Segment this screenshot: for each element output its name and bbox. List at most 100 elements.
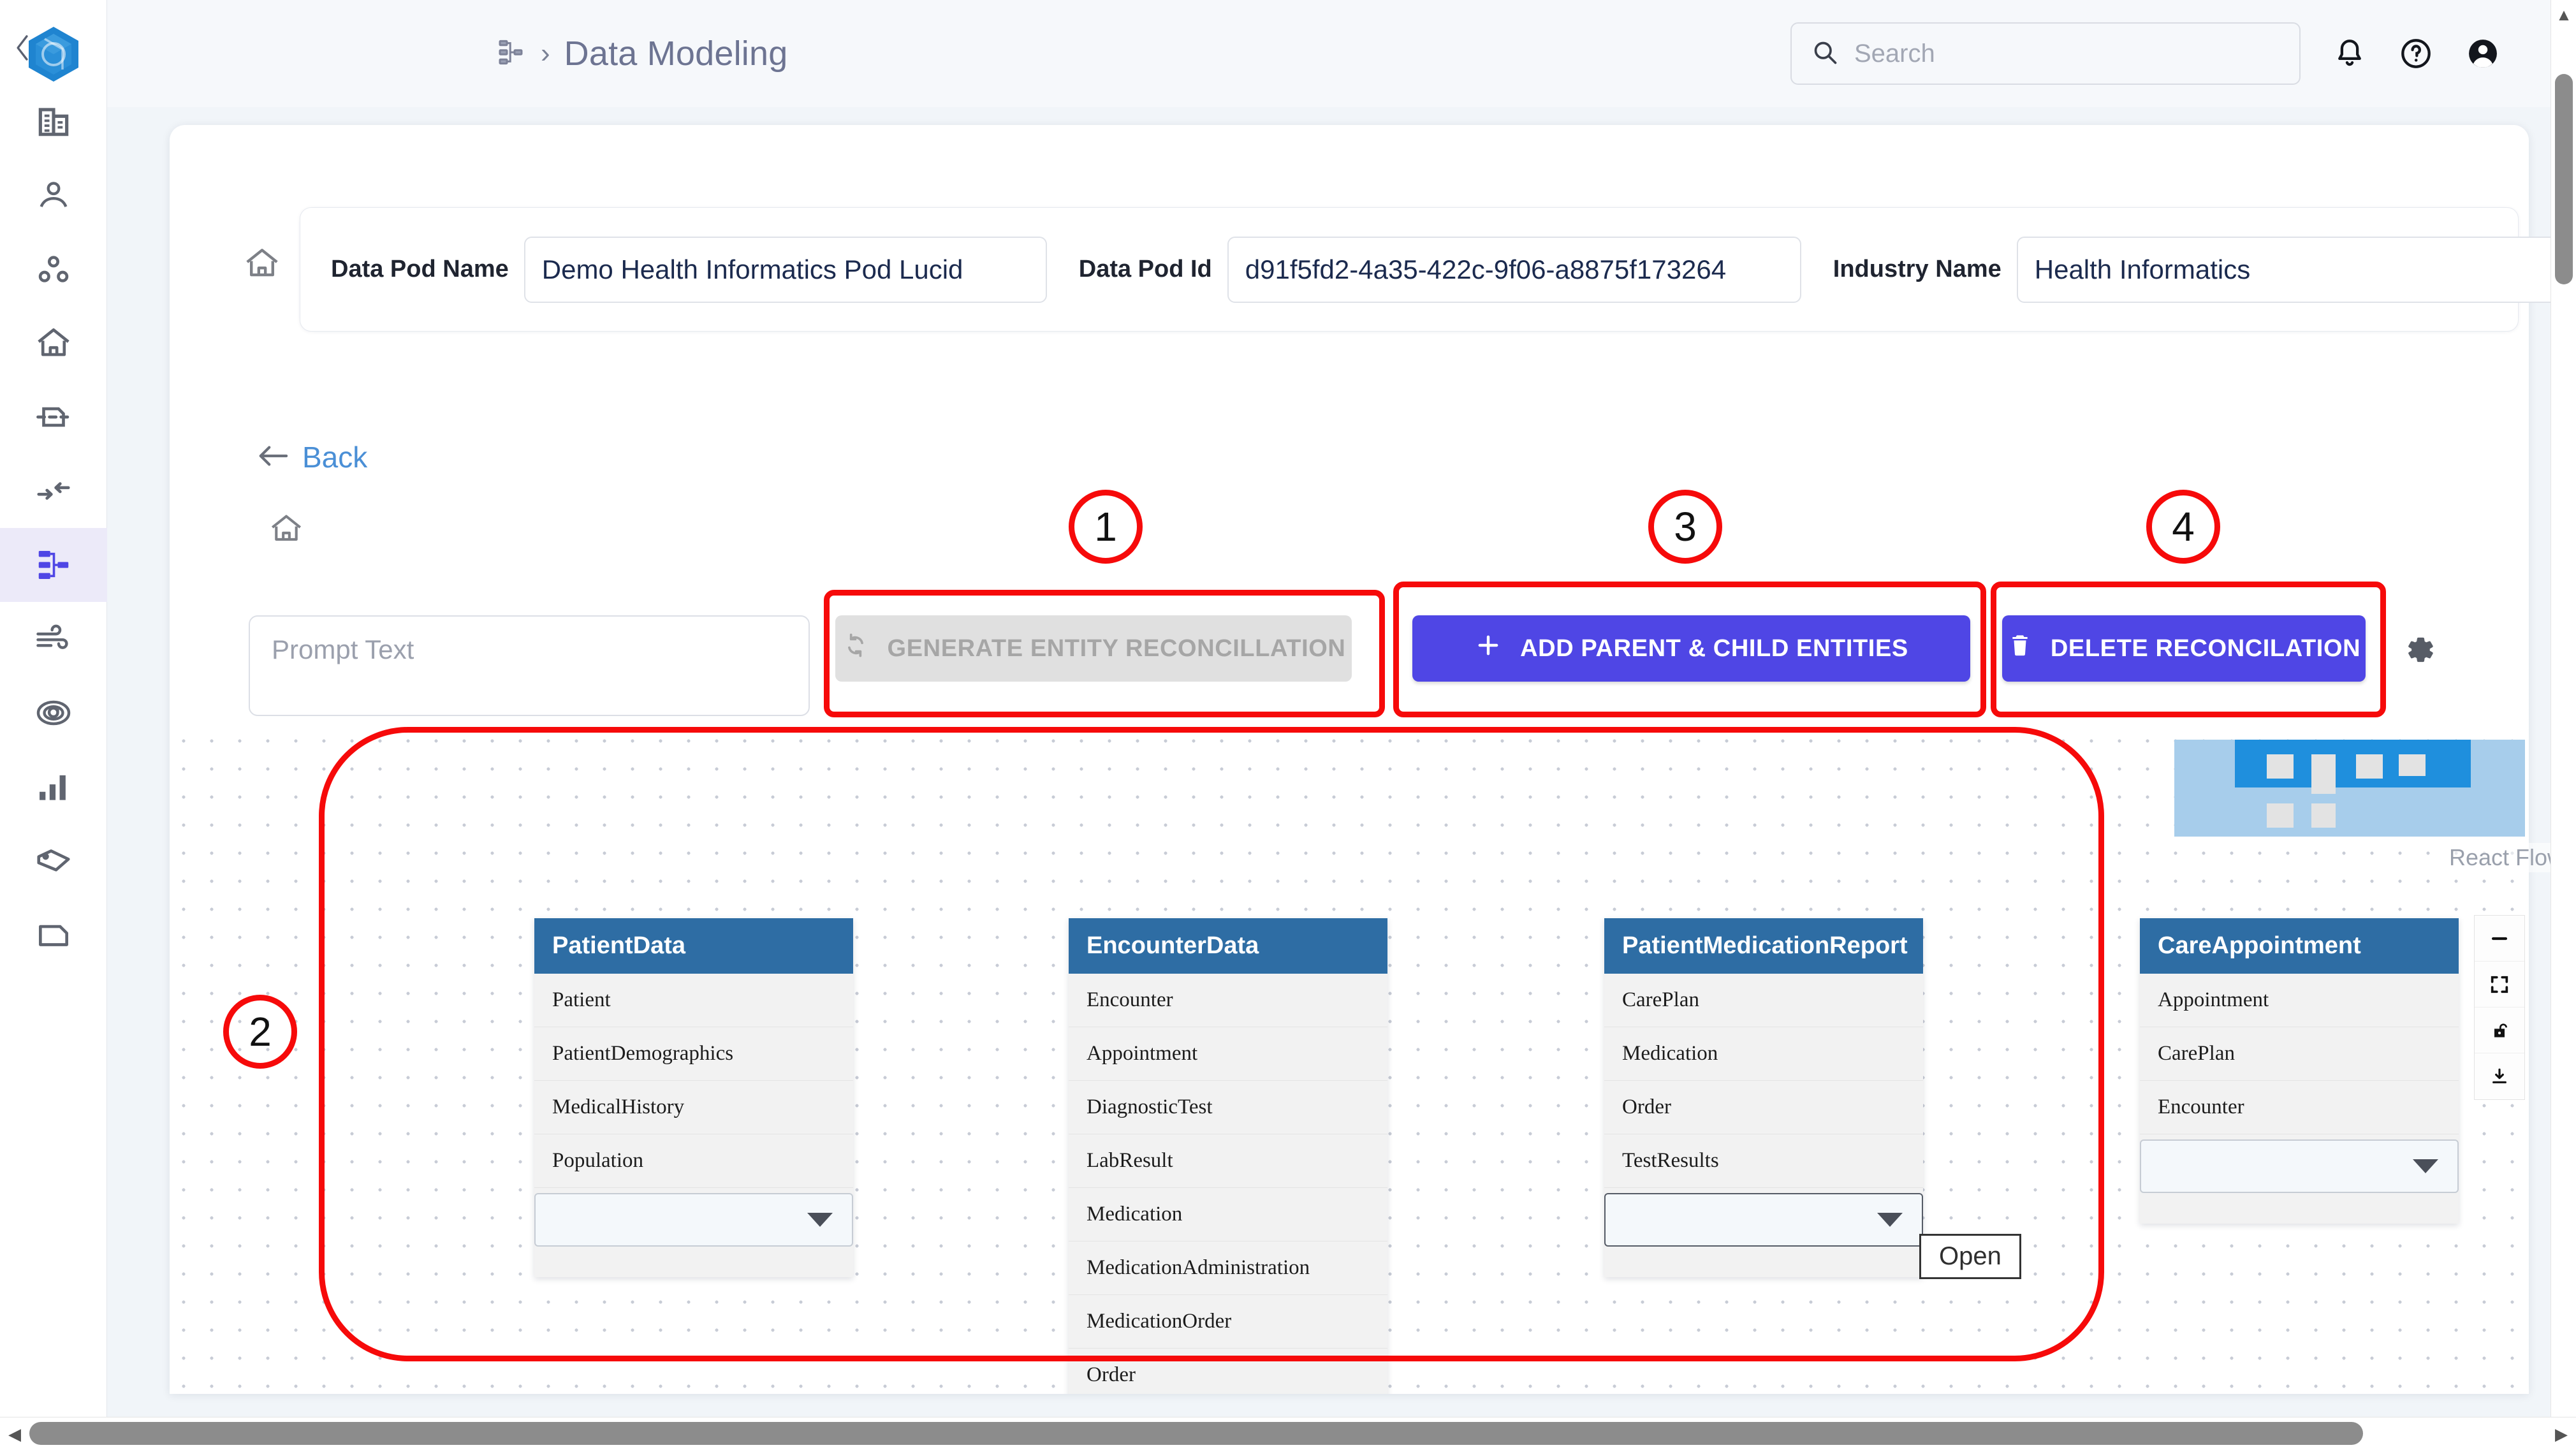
- horizontal-scrollbar[interactable]: ◀ ▶: [0, 1417, 2576, 1450]
- minimap-node: [2311, 754, 2336, 794]
- breadcrumb-data-modeling-icon: [496, 37, 527, 71]
- account-circle-icon[interactable]: [2465, 36, 2501, 71]
- chevron-down-icon: [1877, 1213, 1903, 1227]
- entity-node-title: PatientMedicationReport: [1604, 918, 1923, 974]
- annotation-number-4: 4: [2146, 490, 2220, 564]
- entity-node-title: CareAppointment: [2140, 918, 2459, 974]
- help-circle-icon[interactable]: [2399, 36, 2433, 71]
- pod-home-icon[interactable]: [242, 244, 282, 286]
- data-pod-id-label: Data Pod Id: [1078, 256, 1212, 282]
- delete-button-label: DELETE RECONCILATION: [2050, 634, 2361, 662]
- entity-select-dropdown[interactable]: [534, 1193, 853, 1247]
- entity-row[interactable]: Patient: [534, 974, 853, 1027]
- entity-row[interactable]: DiagnosticTest: [1069, 1081, 1387, 1134]
- entity-row[interactable]: Appointment: [1069, 1027, 1387, 1081]
- entity-row[interactable]: TestResults: [1604, 1134, 1923, 1188]
- back-label: Back: [302, 441, 368, 474]
- entity-node-encounterdata[interactable]: EncounterData Encounter Appointment Diag…: [1069, 918, 1387, 1394]
- entity-row[interactable]: PatientDemographics: [534, 1027, 853, 1081]
- search-input[interactable]: [1854, 39, 2262, 68]
- bell-icon[interactable]: [2332, 36, 2367, 71]
- minimap-node: [2399, 754, 2426, 776]
- scroll-right-arrow[interactable]: ▶: [2547, 1417, 2576, 1450]
- entity-node-title: EncounterData: [1069, 918, 1387, 974]
- back-button[interactable]: Back: [255, 440, 367, 474]
- add-button-label: ADD PARENT & CHILD ENTITIES: [1520, 634, 1908, 662]
- entity-row[interactable]: MedicationAdministration: [1069, 1241, 1387, 1295]
- delete-reconcilation-button[interactable]: DELETE RECONCILATION: [2002, 615, 2366, 682]
- scroll-left-arrow[interactable]: ◀: [0, 1417, 29, 1450]
- gear-icon[interactable]: [2401, 631, 2438, 671]
- minimap-node: [2267, 754, 2294, 779]
- entity-select-dropdown[interactable]: [2140, 1139, 2459, 1193]
- sidebar-item-pipeline[interactable]: [0, 602, 107, 676]
- data-pod-info-bar: Data Pod Name Demo Health Informatics Po…: [300, 207, 2568, 332]
- minimap-node: [2356, 754, 2383, 779]
- entity-row[interactable]: Order: [1069, 1349, 1387, 1394]
- left-arrow-icon: ◀: [8, 1424, 21, 1444]
- entity-row[interactable]: Population: [534, 1134, 853, 1188]
- data-pod-id-input[interactable]: d91f5fd2-4a35-422c-9f06-a8875f173264: [1227, 236, 1801, 303]
- sidebar-item-user[interactable]: [0, 158, 107, 232]
- lock-open-icon[interactable]: [2475, 1007, 2524, 1053]
- open-tooltip: Open: [1919, 1234, 2021, 1279]
- entity-row[interactable]: Medication: [1604, 1027, 1923, 1081]
- entity-node-patientdata[interactable]: PatientData Patient PatientDemographics …: [534, 918, 853, 1277]
- data-pod-id-field: Data Pod Id d91f5fd2-4a35-422c-9f06-a887…: [1078, 236, 1801, 303]
- canvas-home-icon[interactable]: [268, 510, 305, 550]
- fit-view-button[interactable]: [2475, 962, 2524, 1007]
- up-arrow-icon: ▲: [2556, 4, 2572, 24]
- entity-node-patientmedicationreport[interactable]: PatientMedicationReport CarePlan Medicat…: [1604, 918, 1923, 1277]
- prompt-text-input[interactable]: [272, 634, 787, 665]
- breadcrumb: › Data Modeling: [496, 34, 787, 73]
- sidebar-item-documents[interactable]: [0, 898, 107, 972]
- data-pod-name-input[interactable]: Demo Health Informatics Pod Lucid: [523, 236, 1047, 303]
- industry-name-input[interactable]: Health Informatics: [2016, 236, 2568, 303]
- sidebar-item-data-source[interactable]: [0, 380, 107, 454]
- add-parent-child-entities-button[interactable]: ADD PARENT & CHILD ENTITIES: [1412, 615, 1970, 682]
- chevron-down-icon: [807, 1213, 833, 1227]
- entity-row[interactable]: MedicalHistory: [534, 1081, 853, 1134]
- search-icon: [1811, 38, 1839, 70]
- generate-entity-reconcillation-button[interactable]: GENERATE ENTITY RECONCILLATION: [835, 615, 1352, 682]
- sidebar-item-tags[interactable]: [0, 824, 107, 898]
- sidebar-item-organization[interactable]: [0, 84, 107, 158]
- sidebar-item-home[interactable]: [0, 306, 107, 380]
- entity-row[interactable]: Medication: [1069, 1188, 1387, 1241]
- sidebar-item-transform[interactable]: [0, 454, 107, 528]
- sidebar-item-data-modeling[interactable]: [0, 528, 107, 602]
- minimap[interactable]: [2174, 740, 2525, 837]
- chevron-left-icon[interactable]: [11, 35, 33, 61]
- sidebar-item-target[interactable]: [0, 676, 107, 750]
- sidebar-item-cluster[interactable]: [0, 232, 107, 306]
- entity-row[interactable]: MedicationOrder: [1069, 1295, 1387, 1349]
- entity-row[interactable]: Order: [1604, 1081, 1923, 1134]
- entity-row[interactable]: Appointment: [2140, 974, 2459, 1027]
- entity-select-dropdown[interactable]: [1604, 1193, 1923, 1247]
- entity-node-footer: [1604, 1247, 1923, 1277]
- prompt-text-box[interactable]: [249, 615, 810, 716]
- annotation-number-3: 3: [1648, 490, 1722, 564]
- data-pod-name-label: Data Pod Name: [331, 256, 509, 282]
- minimap-node: [2311, 803, 2336, 828]
- sidebar-item-analytics[interactable]: [0, 750, 107, 824]
- trash-icon: [2007, 631, 2033, 666]
- data-pod-name-field: Data Pod Name Demo Health Informatics Po…: [331, 236, 1047, 303]
- industry-name-field: Industry Name Health Informatics: [1833, 236, 2568, 303]
- vertical-scrollbar[interactable]: ▲: [2550, 0, 2576, 1417]
- vertical-scroll-thumb[interactable]: [2555, 74, 2573, 284]
- scroll-up-arrow[interactable]: ▲: [2551, 0, 2576, 29]
- entity-node-careappointment[interactable]: CareAppointment Appointment CarePlan Enc…: [2140, 918, 2459, 1224]
- industry-name-label: Industry Name: [1833, 256, 2002, 282]
- entity-node-title: PatientData: [534, 918, 853, 974]
- breadcrumb-separator: ›: [541, 38, 550, 69]
- download-icon[interactable]: [2475, 1053, 2524, 1099]
- entity-row[interactable]: LabResult: [1069, 1134, 1387, 1188]
- entity-row[interactable]: CarePlan: [2140, 1027, 2459, 1081]
- horizontal-scroll-thumb[interactable]: [29, 1422, 2363, 1445]
- entity-row[interactable]: CarePlan: [1604, 974, 1923, 1027]
- zoom-out-button[interactable]: [2475, 916, 2524, 962]
- entity-row[interactable]: Encounter: [1069, 974, 1387, 1027]
- entity-row[interactable]: Encounter: [2140, 1081, 2459, 1134]
- search-box[interactable]: [1790, 22, 2301, 85]
